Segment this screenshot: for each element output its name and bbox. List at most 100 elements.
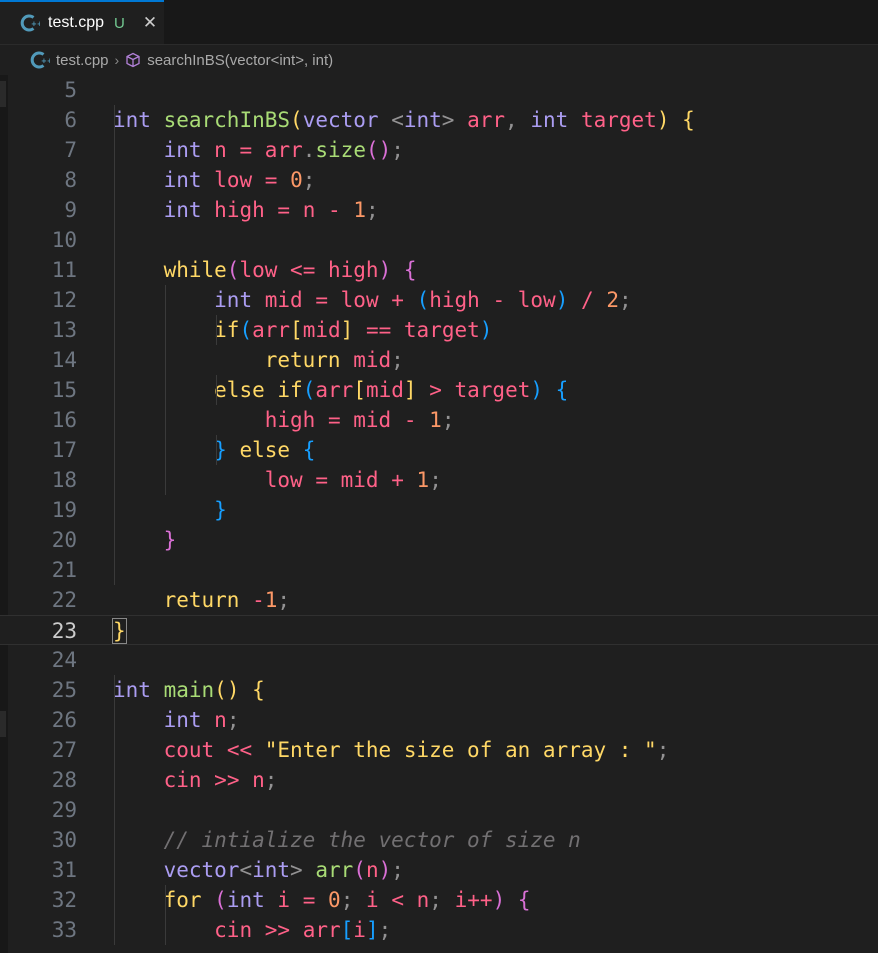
code-token: 0 — [290, 168, 303, 192]
code-token: { — [555, 378, 569, 402]
code-line[interactable]: 20 } — [0, 525, 878, 555]
code-text: } else { — [113, 435, 315, 465]
code-token: << — [226, 738, 253, 762]
code-line[interactable]: 24 — [0, 645, 878, 675]
code-line[interactable]: 31 vector<int> arr(n); — [0, 855, 878, 885]
code-line[interactable]: 13 if(arr[mid] == target) — [0, 315, 878, 345]
code-line[interactable]: 8 int low = 0; — [0, 165, 878, 195]
code-line[interactable]: 12 int mid = low + (high - low) / 2; — [0, 285, 878, 315]
code-line[interactable]: 9 int high = n - 1; — [0, 195, 878, 225]
code-line[interactable]: 26 int n; — [0, 705, 878, 735]
chevron-right-icon: › — [114, 52, 120, 68]
code-line[interactable]: 18 low = mid + 1; — [0, 465, 878, 495]
code-token: n — [416, 888, 430, 912]
breadcrumb-symbol[interactable]: searchInBS(vector<int>, int) — [147, 52, 333, 69]
code-token: > — [441, 108, 455, 132]
code-line[interactable]: 15 else if(arr[mid] > target) { — [0, 375, 878, 405]
code-token: high — [429, 288, 480, 312]
code-line[interactable]: 21 — [0, 555, 878, 585]
line-number: 25 — [51, 678, 77, 702]
code-text: cin >> n; — [113, 765, 278, 795]
code-line[interactable]: 32 for (int i = 0; i < n; i++) { — [0, 885, 878, 915]
code-token: main — [163, 678, 215, 702]
code-text: low = mid + 1; — [113, 465, 442, 495]
code-token: int — [163, 198, 202, 222]
code-token: if — [214, 318, 240, 342]
close-icon[interactable]: ✕ — [143, 13, 157, 33]
code-token: { — [403, 258, 417, 282]
code-line[interactable]: 22 return -1; — [0, 585, 878, 615]
tab-bar: ++ test.cpp U ✕ — [0, 0, 878, 45]
code-token: else — [214, 378, 265, 402]
code-line[interactable]: 7 int n = arr.size(); — [0, 135, 878, 165]
code-line[interactable]: 25 int main() { — [0, 675, 878, 705]
code-token: ; — [378, 918, 392, 942]
code-token: else — [239, 438, 291, 462]
code-line[interactable]: 10 — [0, 225, 878, 255]
line-number: 11 — [51, 258, 77, 282]
code-token: int — [163, 168, 202, 192]
code-token: i — [366, 888, 379, 912]
code-line[interactable]: 23} — [0, 615, 878, 645]
code-line[interactable]: 29 — [0, 795, 878, 825]
line-number: 19 — [51, 498, 77, 522]
code-line[interactable]: 14 return mid; — [0, 345, 878, 375]
code-token: ; — [226, 708, 240, 732]
tab-test-cpp[interactable]: ++ test.cpp U ✕ — [0, 0, 164, 44]
code-token: ; — [302, 168, 316, 192]
code-text: cout << "Enter the size of an array : "; — [113, 735, 670, 765]
code-line[interactable]: 30 // intialize the vector of size n — [0, 825, 878, 855]
code-token: low — [517, 288, 556, 312]
code-text: int n = arr.size(); — [113, 135, 404, 165]
code-token: { — [517, 888, 531, 912]
code-token: low — [214, 168, 253, 192]
code-line[interactable]: 11 while(low <= high) { — [0, 255, 878, 285]
code-line[interactable]: 27 cout << "Enter the size of an array :… — [0, 735, 878, 765]
code-token: return — [163, 588, 240, 612]
code-line[interactable]: 16 high = mid - 1; — [0, 405, 878, 435]
code-token: ; — [391, 348, 404, 372]
breadcrumb-file[interactable]: test.cpp — [56, 52, 109, 69]
line-number: 26 — [51, 708, 77, 732]
code-line[interactable]: 19 } — [0, 495, 878, 525]
code-line[interactable]: 28 cin >> n; — [0, 765, 878, 795]
cube-symbol-icon — [126, 52, 140, 68]
code-line[interactable]: 6 int searchInBS(vector <int> arr, int ta… — [0, 105, 878, 135]
code-token: [ — [340, 918, 354, 942]
code-token: n — [214, 708, 227, 732]
code-editor[interactable]: 5 6 int searchInBS(vector <int> arr, int t… — [0, 75, 878, 953]
code-line[interactable]: 17 } else { — [0, 435, 878, 465]
code-token: = — [315, 288, 328, 312]
code-line[interactable]: 33 cin >> arr[i]; — [0, 915, 878, 945]
code-token: return — [264, 348, 341, 372]
code-line[interactable]: 5 — [0, 75, 878, 105]
